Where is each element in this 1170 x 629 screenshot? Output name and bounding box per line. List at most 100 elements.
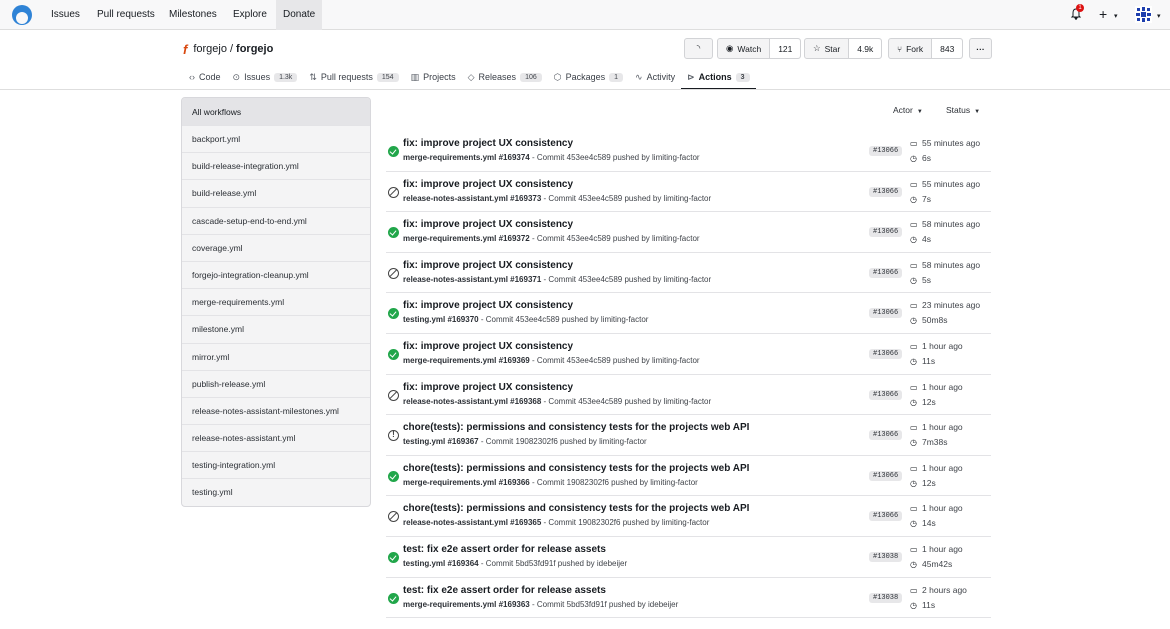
run-row[interactable]: fix: improve project UX consistency merge… (386, 131, 991, 172)
run-row[interactable]: fix: improve project UX consistency relea… (386, 172, 991, 213)
run-row[interactable]: test: fix e2e assert order for release a… (386, 578, 991, 619)
nav-milestones[interactable]: Milestones (162, 0, 224, 30)
sidebar-item-workflow[interactable]: coverage.yml (182, 235, 370, 262)
tab-packages[interactable]: ⬡ Packages 1 (548, 66, 629, 88)
run-row[interactable]: fix: improve project UX consistency relea… (386, 253, 991, 294)
sidebar-item-workflow[interactable]: milestone.yml (182, 316, 370, 344)
run-row[interactable]: chore(tests): permissions and consistenc… (386, 496, 991, 537)
more-options-button[interactable]: ··· (969, 38, 992, 59)
run-title-link[interactable]: fix: improve project UX consistency (403, 179, 573, 190)
run-ref-badge[interactable]: #13066 (869, 186, 903, 197)
actor-filter-dropdown[interactable]: Actor ▼ (893, 105, 923, 115)
run-row[interactable]: fix: improve project UX consistency testi… (386, 293, 991, 334)
repo-owner-link[interactable]: forgejo (193, 43, 227, 55)
star-count[interactable]: 4.9k (848, 39, 882, 58)
skipped-circle-icon (388, 186, 399, 198)
run-ref-badge[interactable]: #13066 (869, 470, 903, 481)
sidebar-item-workflow[interactable]: backport.yml (182, 126, 370, 154)
tab-actions[interactable]: ⊳ Actions 3 (681, 66, 757, 90)
run-ref-badge[interactable]: #13066 (869, 348, 903, 359)
nav-explore[interactable]: Explore (226, 0, 274, 30)
tab-pull-requests[interactable]: ⇅ Pull requests 154 (303, 66, 404, 88)
run-title-link[interactable]: fix: improve project UX consistency (403, 260, 573, 271)
check-circle-icon (388, 308, 399, 320)
run-title-link[interactable]: test: fix e2e assert order for release a… (403, 544, 606, 555)
watch-label: Watch (737, 43, 762, 54)
sidebar-item-workflow[interactable]: release-notes-assistant-milestones.yml (182, 398, 370, 426)
run-row[interactable]: chore(tests): permissions and consistenc… (386, 415, 991, 456)
run-row[interactable]: fix: improve project UX consistency merge… (386, 212, 991, 253)
fork-count[interactable]: 843 (931, 39, 963, 58)
sidebar-item-workflow[interactable]: merge-requirements.yml (182, 289, 370, 317)
sidebar-item-workflow[interactable]: publish-release.yml (182, 371, 370, 398)
run-title-link[interactable]: fix: improve project UX consistency (403, 300, 573, 311)
tab-releases[interactable]: ◇ Releases 106 (462, 66, 548, 88)
sidebar-item-all-workflows[interactable]: All workflows (182, 98, 370, 126)
sidebar-item-workflow[interactable]: release-notes-assistant.yml (182, 425, 370, 453)
run-workflow: merge-requirements.yml #169374 (403, 153, 530, 162)
run-row[interactable]: fix: improve project UX consistency relea… (386, 375, 991, 416)
rss-button[interactable]: ◝ (684, 38, 713, 59)
watch-count[interactable]: 121 (769, 39, 801, 58)
sidebar-item-workflow[interactable]: testing-integration.yml (182, 452, 370, 480)
sidebar-item-workflow[interactable]: build-release-integration.yml (182, 153, 370, 181)
star-button[interactable]: ☆ Star 4.9k (804, 38, 883, 59)
run-row[interactable]: chore(tests): permissions and consistenc… (386, 456, 991, 497)
fork-icon: ⑂ (897, 43, 903, 54)
run-title-link[interactable]: chore(tests): permissions and consistenc… (403, 503, 749, 514)
create-plus-icon[interactable]: + (1099, 7, 1107, 21)
run-ref-badge[interactable]: #13066 (869, 267, 903, 278)
run-title-link[interactable]: chore(tests): permissions and consistenc… (403, 422, 749, 433)
package-icon: ⬡ (553, 71, 562, 82)
watch-button[interactable]: ◉ Watch 121 (717, 38, 802, 59)
tab-activity[interactable]: ∿ Activity (629, 66, 681, 88)
run-title-link[interactable]: test: fix e2e assert order for release a… (403, 585, 606, 596)
workflow-runs-list: fix: improve project UX consistency merge… (386, 131, 991, 619)
tab-issues[interactable]: ⊙ Issues 1.3k (227, 66, 304, 88)
run-title-link[interactable]: fix: improve project UX consistency (403, 138, 573, 149)
stopwatch-icon: ◷ (910, 397, 917, 407)
sidebar-item-workflow[interactable]: cascade-setup-end-to-end.yml (182, 208, 370, 235)
run-title-link[interactable]: fix: improve project UX consistency (403, 219, 573, 230)
run-duration-label: 50m8s (922, 315, 948, 326)
calendar-icon: ▭ (910, 341, 918, 351)
tab-projects[interactable]: ▥ Projects (405, 66, 462, 88)
run-ref-badge[interactable]: #13066 (869, 227, 903, 238)
run-ref-badge[interactable]: #13038 (869, 592, 903, 603)
fork-button[interactable]: ⑂ Fork 843 (888, 38, 964, 59)
run-title-link[interactable]: fix: improve project UX consistency (403, 382, 573, 393)
run-title-link[interactable]: chore(tests): permissions and consistenc… (403, 463, 749, 474)
run-time: ▭ 58 minutes ago (910, 260, 980, 270)
run-ref-badge[interactable]: #13066 (869, 430, 903, 441)
run-commit: Commit 453ee4c589 pushed by limiting-fac… (536, 234, 700, 244)
nav-issues[interactable]: Issues (44, 0, 87, 30)
sidebar-item-workflow[interactable]: mirror.yml (182, 344, 370, 371)
sidebar-item-workflow[interactable]: testing.yml (182, 479, 370, 506)
calendar-icon: ▭ (910, 301, 918, 311)
run-workflow: release-notes-assistant.yml #169371 (403, 274, 542, 284)
run-ref-badge[interactable]: #13066 (869, 389, 903, 400)
skipped-circle-icon (388, 267, 399, 279)
run-title-link[interactable]: fix: improve project UX consistency (403, 341, 573, 352)
run-time-label: 1 hour ago (922, 340, 963, 351)
run-ref-badge[interactable]: #13066 (869, 511, 903, 522)
avatar[interactable] (1135, 6, 1152, 23)
run-ref-badge[interactable]: #13066 (869, 146, 903, 156)
tab-count: 106 (520, 72, 542, 82)
run-meta: release-notes-assistant.yml #169371 - Co… (403, 274, 712, 284)
sidebar-item-workflow[interactable]: forgejo-integration-cleanup.yml (182, 262, 370, 290)
run-row[interactable]: test: fix e2e assert order for release a… (386, 537, 991, 578)
status-filter-dropdown[interactable]: Status ▼ (946, 105, 980, 115)
tab-code[interactable]: ‹› Code (183, 66, 227, 88)
run-meta: merge-requirements.yml #169374 - Commit … (403, 153, 700, 162)
nav-pull-requests[interactable]: Pull requests (90, 0, 162, 30)
sidebar-item-workflow[interactable]: build-release.yml (182, 180, 370, 208)
run-time: ▭ 1 hour ago (910, 382, 963, 392)
forgejo-logo-icon[interactable] (12, 5, 32, 25)
run-commit: Commit 453ee4c589 pushed by limiting-fac… (548, 274, 712, 284)
repo-name-link[interactable]: forgejo (236, 43, 273, 55)
run-row[interactable]: fix: improve project UX consistency merge… (386, 334, 991, 375)
run-ref-badge[interactable]: #13066 (869, 308, 903, 319)
run-ref-badge[interactable]: #13038 (869, 551, 903, 562)
nav-donate[interactable]: Donate (276, 0, 323, 30)
